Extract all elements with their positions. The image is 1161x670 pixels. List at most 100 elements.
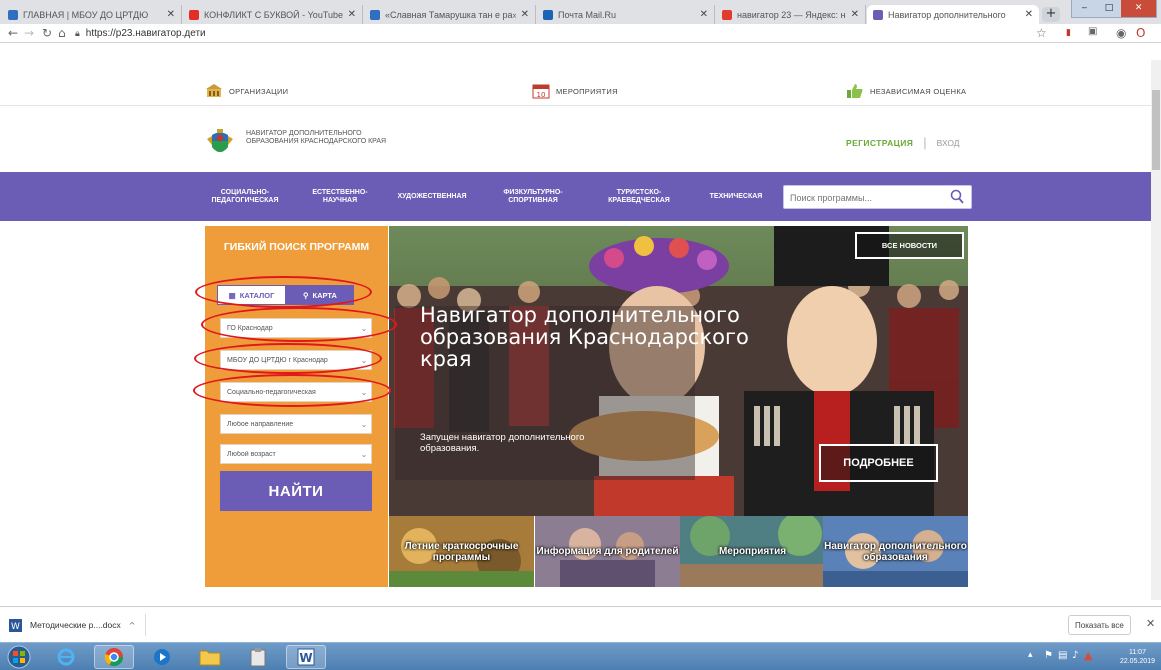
site-favicon-icon <box>370 9 380 20</box>
opera-icon[interactable]: O <box>1136 26 1145 40</box>
browser-tab[interactable]: навигатор 23 — Яндекс: нашл ✕ <box>716 5 866 24</box>
tile-events[interactable]: Мероприятия <box>680 516 825 587</box>
show-all-downloads-button[interactable]: Показать все <box>1068 615 1131 635</box>
taskbar-app[interactable] <box>238 645 278 669</box>
taskbar-explorer[interactable] <box>190 645 230 669</box>
tab-title: Навигатор дополнительного <box>888 9 1006 20</box>
login-link[interactable]: ВХОД <box>937 138 960 148</box>
media-player-icon <box>154 649 170 665</box>
close-tab-icon[interactable]: ✕ <box>700 9 708 20</box>
browser-toolbar: ← → ↻ ⌂ 🔒︎ https://p23.навигатор.дети ☆ … <box>0 24 1161 43</box>
chevron-up-icon[interactable]: ^ <box>129 621 136 630</box>
system-clock[interactable]: 11:07 22.05.2019 <box>1120 648 1155 666</box>
taskbar-media-player[interactable] <box>142 645 182 669</box>
svg-text:W: W <box>299 651 312 665</box>
download-item[interactable]: W Методические р....docx ^ <box>9 614 147 636</box>
tile-label: Летние краткосрочные программы <box>404 540 519 563</box>
thumbs-up-icon <box>847 84 863 98</box>
organizations-link[interactable]: ОРГАНИЗАЦИИ <box>205 83 288 99</box>
events-link[interactable]: 10 МЕРОПРИЯТИЯ <box>532 83 618 99</box>
tab-title: «Славная Тамарушка тан е ра» <box>385 9 516 20</box>
close-tab-icon[interactable]: ✕ <box>851 9 859 20</box>
flexible-search-panel: ГИБКИЙ ПОИСК ПРОГРАММ ▦ КАТАЛОГ ⚲ КАРТА … <box>205 226 388 587</box>
taskbar-ie[interactable] <box>46 645 86 669</box>
browser-tab[interactable]: Почта Mail.Ru ✕ <box>537 5 715 24</box>
all-news-button[interactable]: ВСЕ НОВОСТИ <box>855 232 964 259</box>
direction-select[interactable]: Социально-педагогическая ⌄ <box>220 382 372 402</box>
taskbar-chrome[interactable] <box>94 645 134 669</box>
tile-parents-info[interactable]: Информация для родителей <box>535 516 680 587</box>
reload-icon[interactable]: ↻ <box>42 26 52 40</box>
read-more-button[interactable]: ПОДРОБНЕЕ <box>819 444 938 482</box>
catalog-mode-button[interactable]: ▦ КАТАЛОГ <box>217 285 286 305</box>
volume-icon[interactable]: ♪ <box>1072 650 1078 661</box>
windows-taskbar: W ▴ ⚑ ▤ ♪ ▲ 11:07 22.05.2019 <box>0 642 1161 670</box>
lock-icon: 🔒︎ <box>75 28 80 39</box>
flag-icon[interactable]: ⚑ <box>1044 650 1053 661</box>
close-shelf-icon[interactable]: ✕ <box>1146 617 1155 630</box>
search-icon[interactable] <box>950 189 964 205</box>
scrollbar-thumb[interactable] <box>1152 90 1160 170</box>
chrome-icon <box>104 648 123 667</box>
site-favicon-icon <box>8 9 18 20</box>
municipality-select[interactable]: ГО Краснодар ⌄ <box>220 318 372 338</box>
nav-artistic[interactable]: ХУДОЖЕСТВЕННАЯ <box>392 182 472 211</box>
organization-select[interactable]: МБОУ ДО ЦРТДЮ г Краснодар ⌄ <box>220 350 372 370</box>
new-tab-button[interactable]: + <box>1042 7 1060 22</box>
close-tab-icon[interactable]: ✕ <box>1025 9 1033 20</box>
register-link[interactable]: РЕГИСТРАЦИЯ <box>846 138 913 148</box>
nav-natural-science[interactable]: ЕСТЕСТВЕННО-НАУЧНАЯ <box>304 182 376 211</box>
profile-icon[interactable]: ◉ <box>1116 26 1126 40</box>
chevron-down-icon: ⌄ <box>360 387 368 397</box>
close-tab-icon[interactable]: ✕ <box>167 9 175 20</box>
tile-summer-programs[interactable]: Летние краткосрочные программы <box>389 516 534 587</box>
home-icon[interactable]: ⌂ <box>58 26 66 40</box>
clock-date: 22.05.2019 <box>1119 658 1155 665</box>
browser-tab-active[interactable]: Навигатор дополнительного ✕ <box>867 5 1039 24</box>
calendar-icon: 10 <box>532 84 550 99</box>
map-mode-button[interactable]: ⚲ КАРТА <box>286 285 354 305</box>
network-icon[interactable]: ▤ <box>1058 650 1067 661</box>
taskbar-word[interactable]: W <box>286 645 326 669</box>
age-value: Любой возраст <box>227 450 276 458</box>
start-orb-icon <box>7 645 31 669</box>
browser-tab[interactable]: КОНФЛИКТ С БУКВОЙ - YouTube ✕ <box>183 5 363 24</box>
tile-label: Мероприятия <box>718 546 787 557</box>
nav-social-pedagogical[interactable]: СОЦИАЛЬНО-ПЕДАГОГИЧЕСКАЯ <box>205 182 285 211</box>
folder-icon <box>199 650 221 666</box>
find-button[interactable]: НАЙТИ <box>220 471 372 511</box>
site-header: НАВИГАТОР ДОПОЛНИТЕЛЬНОГО ОБРАЗОВАНИЯ КР… <box>0 107 1161 175</box>
site-top-bar: ОРГАНИЗАЦИИ 10 МЕРОПРИЯТИЯ НЕЗАВИСИМАЯ О… <box>0 76 1161 106</box>
close-window-button[interactable]: ✕ <box>1121 0 1156 17</box>
extension-icon[interactable]: ▣ <box>1088 26 1097 37</box>
subdirection-select[interactable]: Любое направление ⌄ <box>220 414 372 434</box>
back-arrow-icon[interactable]: ← <box>8 26 18 40</box>
forward-arrow-icon[interactable]: → <box>24 26 34 40</box>
nav-tourism[interactable]: ТУРИСТСКО-КРАЕВЕДЧЕСКАЯ <box>596 182 682 211</box>
bookmark-star-icon[interactable]: ☆ <box>1036 26 1047 40</box>
browser-tab[interactable]: ГЛАВНАЯ | МБОУ ДО ЦРТДЮ ✕ <box>2 5 182 24</box>
page-scrollbar[interactable] <box>1151 60 1161 600</box>
site-brand-name[interactable]: НАВИГАТОР ДОПОЛНИТЕЛЬНОГО ОБРАЗОВАНИЯ КР… <box>246 130 396 146</box>
close-tab-icon[interactable]: ✕ <box>521 9 529 20</box>
window-controls: ‒ □ ✕ <box>1071 0 1157 18</box>
minimize-button[interactable]: ‒ <box>1072 0 1097 17</box>
address-bar[interactable]: 🔒︎ https://p23.навигатор.дети <box>75 26 1025 41</box>
language-indicator-icon[interactable]: ▴ <box>1028 650 1033 660</box>
catalog-mode-label: КАТАЛОГ <box>239 290 275 300</box>
alert-icon[interactable]: ▲ <box>1084 649 1092 662</box>
tile-navigator-info[interactable]: Навигатор дополнительного образования <box>823 516 968 587</box>
nav-sports[interactable]: ФИЗКУЛЬТУРНО-СПОРТИВНАЯ <box>490 182 576 211</box>
hero-title: Навигатор дополнительного образования Кр… <box>420 303 749 371</box>
maximize-button[interactable]: □ <box>1097 0 1122 17</box>
nav-technical[interactable]: ТЕХНИЧЕСКАЯ <box>700 182 772 211</box>
url-text: https://p23.навигатор.дети <box>85 28 206 39</box>
krasnodar-coat-of-arms-logo[interactable] <box>205 129 235 159</box>
age-select[interactable]: Любой возраст ⌄ <box>220 444 372 464</box>
program-search-input[interactable] <box>790 190 940 205</box>
close-tab-icon[interactable]: ✕ <box>348 9 356 20</box>
independent-assessment-link[interactable]: НЕЗАВИСИМАЯ ОЦЕНКА <box>846 83 966 99</box>
browser-tab[interactable]: «Славная Тамарушка тан е ра» ✕ <box>364 5 536 24</box>
start-button[interactable] <box>2 645 36 669</box>
extension-icon[interactable]: ▮ <box>1066 28 1071 38</box>
